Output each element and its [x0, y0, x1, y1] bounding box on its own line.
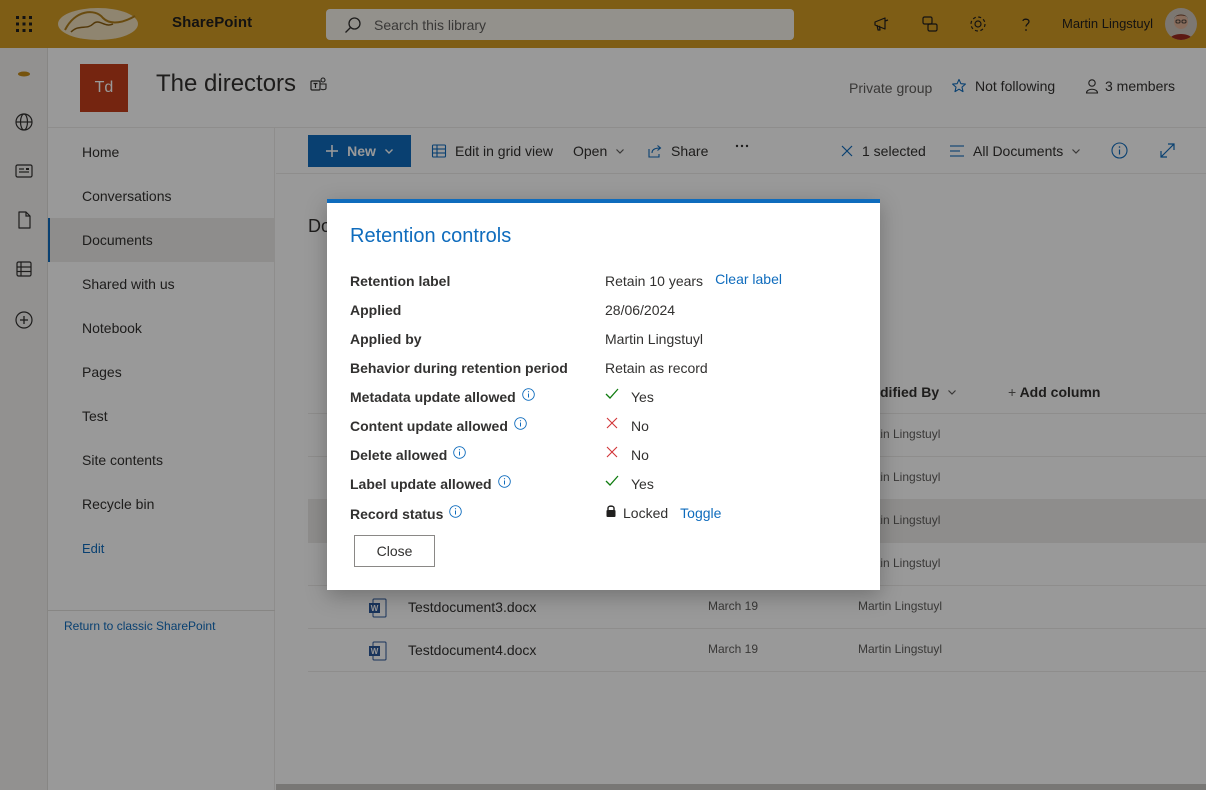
applied-by-label: Applied by: [350, 331, 422, 347]
record-status-label: Record status: [350, 506, 444, 522]
toggle-record-status-link[interactable]: Toggle: [680, 505, 721, 521]
metadata-update-row-label: Metadata update allowed: [350, 387, 535, 405]
dialog-title: Retention controls: [350, 225, 512, 247]
metadata-update-text: Yes: [631, 389, 654, 405]
info-icon[interactable]: [514, 416, 527, 430]
metadata-update-value: Yes: [605, 388, 654, 405]
label-update-row-label: Label update allowed: [350, 474, 511, 492]
label-update-text: Yes: [631, 476, 654, 492]
applied-by-value: Martin Lingstuyl: [605, 331, 704, 347]
content-update-value: No: [605, 417, 649, 434]
label-update-value: Yes: [605, 475, 654, 492]
close-button[interactable]: Close: [354, 535, 435, 567]
checkmark-icon: [605, 475, 619, 486]
checkmark-icon: [605, 388, 619, 399]
label-update-label: Label update allowed: [350, 476, 492, 492]
info-icon[interactable]: [521, 387, 535, 401]
behavior-value: Retain as record: [605, 360, 708, 376]
delete-allowed-text: No: [631, 447, 649, 463]
info-icon[interactable]: [497, 474, 511, 488]
content-update-text: No: [631, 418, 649, 434]
delete-allowed-row-label: Delete allowed: [350, 445, 467, 463]
retention-label-value: Retain 10 years Clear label: [605, 271, 782, 289]
clear-label-link[interactable]: Clear label: [715, 271, 782, 287]
delete-allowed-value: No: [605, 446, 649, 463]
record-status-row-label: Record status: [350, 504, 463, 522]
retention-label-text: Retain 10 years: [605, 273, 704, 289]
metadata-update-label: Metadata update allowed: [350, 389, 516, 405]
retention-label-label: Retention label: [350, 273, 451, 289]
applied-value: 28/06/2024: [605, 302, 676, 318]
lock-icon: [606, 505, 616, 517]
content-update-row-label: Content update allowed: [350, 416, 527, 434]
record-status-value: Locked Toggle: [605, 505, 721, 521]
applied-label: Applied: [350, 302, 402, 318]
retention-controls-dialog: Retention controls Retention label Retai…: [327, 199, 880, 590]
behavior-label: Behavior during retention period: [350, 360, 568, 376]
info-icon[interactable]: [449, 504, 463, 518]
info-icon[interactable]: [453, 445, 467, 459]
content-update-label: Content update allowed: [350, 418, 508, 434]
record-status-text: Locked: [623, 505, 669, 521]
delete-allowed-label: Delete allowed: [350, 447, 448, 463]
cross-icon: [606, 446, 618, 458]
cross-icon: [606, 417, 618, 429]
